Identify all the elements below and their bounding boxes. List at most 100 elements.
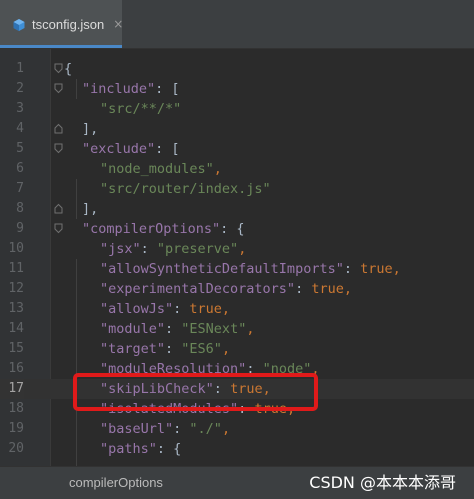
breadcrumb-item[interactable]: compilerOptions: [69, 467, 163, 499]
token-str: "src/router/index.js": [100, 181, 271, 197]
code-line[interactable]: 13 "allowJs": true,: [0, 299, 474, 319]
token-str: "preserve": [156, 241, 239, 257]
token-key: "include": [82, 81, 156, 97]
code-text: "jsx": "preserve",: [100, 239, 246, 259]
code-text: "compilerOptions": {: [82, 219, 245, 239]
watermark: CSDN @本本本添哥: [309, 473, 456, 492]
token-kw: ,: [238, 241, 247, 257]
breadcrumb: compilerOptions CSDN @本本本添哥: [0, 466, 474, 499]
token-punc: :: [165, 341, 182, 357]
token-punc: :: [238, 401, 255, 417]
token-punc: ],: [82, 201, 99, 217]
token-key: "target": [100, 341, 166, 357]
code-line[interactable]: 15 "target": "ES6",: [0, 339, 474, 359]
code-text: "exclude": [: [82, 139, 180, 159]
token-punc: :: [246, 361, 263, 377]
code-line[interactable]: 18 "isolatedModules": true,: [0, 399, 474, 419]
token-key: "isolatedModules": [100, 401, 239, 417]
code-line[interactable]: 2 "include": [: [0, 79, 474, 99]
code-line[interactable]: 19 "baseUrl": "./",: [0, 419, 474, 439]
code-text: "isolatedModules": true,: [100, 399, 295, 419]
code-line[interactable]: 12 "experimentalDecorators": true,: [0, 279, 474, 299]
code-line[interactable]: 20 "paths": {: [0, 439, 474, 459]
line-number: 13: [8, 301, 24, 316]
line-number: 10: [8, 241, 24, 256]
token-kw: true,: [254, 401, 296, 417]
line-number: 14: [8, 321, 24, 336]
fold-close-icon[interactable]: [54, 203, 63, 214]
token-key: "allowSyntheticDefaultImports": [100, 261, 344, 277]
code-text: ],: [82, 199, 98, 219]
token-kw: ,: [221, 421, 231, 437]
token-str: "ES6": [181, 341, 222, 357]
token-key: "experimentalDecorators": [100, 281, 296, 297]
code-line[interactable]: 6 "node_modules",: [0, 159, 474, 179]
token-key: "paths": [100, 441, 157, 457]
token-str: "ESNext": [181, 321, 247, 337]
code-line[interactable]: 16 "moduleResolution": "node",: [0, 359, 474, 379]
code-line[interactable]: 3 "src/**/*": [0, 99, 474, 119]
close-icon[interactable]: ×: [113, 17, 123, 31]
token-kw: true,: [189, 301, 231, 317]
code-text: ],: [82, 119, 98, 139]
token-key: "module": [100, 321, 166, 337]
line-number: 1: [16, 61, 24, 76]
token-punc: :: [213, 381, 231, 397]
code-line[interactable]: 1{: [0, 59, 474, 79]
line-number: 7: [16, 181, 24, 196]
line-number: 12: [8, 281, 24, 296]
token-str: "node": [262, 361, 312, 377]
code-line[interactable]: 4],: [0, 119, 474, 139]
code-text: "src/**/*": [100, 99, 181, 119]
code-text: "experimentalDecorators": true,: [100, 279, 352, 299]
fold-open-icon[interactable]: [54, 143, 63, 154]
token-punc: : {: [156, 441, 182, 457]
line-number: 11: [8, 261, 24, 276]
fold-open-icon[interactable]: [54, 63, 63, 74]
code-text: "skipLibCheck": true,: [100, 379, 271, 399]
code-text: "baseUrl": "./",: [100, 419, 230, 439]
token-punc: : {: [220, 221, 245, 237]
code-text: "allowSyntheticDefaultImports": true,: [100, 259, 401, 279]
token-punc: :: [140, 241, 157, 257]
token-kw: true,: [230, 381, 271, 397]
tab-tsconfig[interactable]: tsconfig.json ×: [0, 0, 123, 48]
token-key: "jsx": [100, 241, 141, 257]
code-line[interactable]: 17 "skipLibCheck": true,: [0, 379, 474, 399]
code-line[interactable]: 9 "compilerOptions": {: [0, 219, 474, 239]
code-line[interactable]: 11 "allowSyntheticDefaultImports": true,: [0, 259, 474, 279]
line-number: 16: [8, 361, 24, 376]
line-number: 17: [0, 379, 24, 399]
code-line[interactable]: 14 "module": "ESNext",: [0, 319, 474, 339]
typescript-config-icon: [12, 17, 26, 31]
token-kw: true,: [360, 261, 401, 277]
line-number: 4: [16, 121, 24, 136]
fold-open-icon[interactable]: [54, 223, 63, 234]
code-text: "moduleResolution": "node",: [100, 359, 320, 379]
fold-close-icon[interactable]: [54, 123, 63, 134]
code-text: "src/router/index.js": [100, 179, 271, 199]
token-punc: : [: [155, 141, 180, 157]
code-text: {: [64, 59, 72, 79]
code-line[interactable]: 10 "jsx": "preserve",: [0, 239, 474, 259]
fold-open-icon[interactable]: [54, 83, 63, 94]
code-line[interactable]: 7 "src/router/index.js": [0, 179, 474, 199]
token-str: "node_modules": [100, 161, 214, 177]
code-line[interactable]: 5 "exclude": [: [0, 139, 474, 159]
line-number: 19: [8, 421, 24, 436]
token-key: "exclude": [82, 141, 156, 157]
code-line[interactable]: 8],: [0, 199, 474, 219]
token-key: "baseUrl": [100, 421, 174, 437]
code-text: "allowJs": true,: [100, 299, 230, 319]
token-kw: true,: [311, 281, 352, 297]
code-text: "target": "ES6",: [100, 339, 230, 359]
code-editor[interactable]: 1{2 "include": [3 "src/**/*" 4], 5 "exclude":…: [0, 49, 474, 466]
token-punc: :: [173, 301, 190, 317]
token-punc: : [: [155, 81, 180, 97]
line-number: 15: [8, 341, 24, 356]
line-number: 6: [16, 161, 24, 176]
token-key: "allowJs": [100, 301, 174, 317]
editor-tab-bar: tsconfig.json ×: [0, 0, 474, 49]
code-text: "node_modules",: [100, 159, 222, 179]
token-kw: ,: [246, 321, 255, 337]
